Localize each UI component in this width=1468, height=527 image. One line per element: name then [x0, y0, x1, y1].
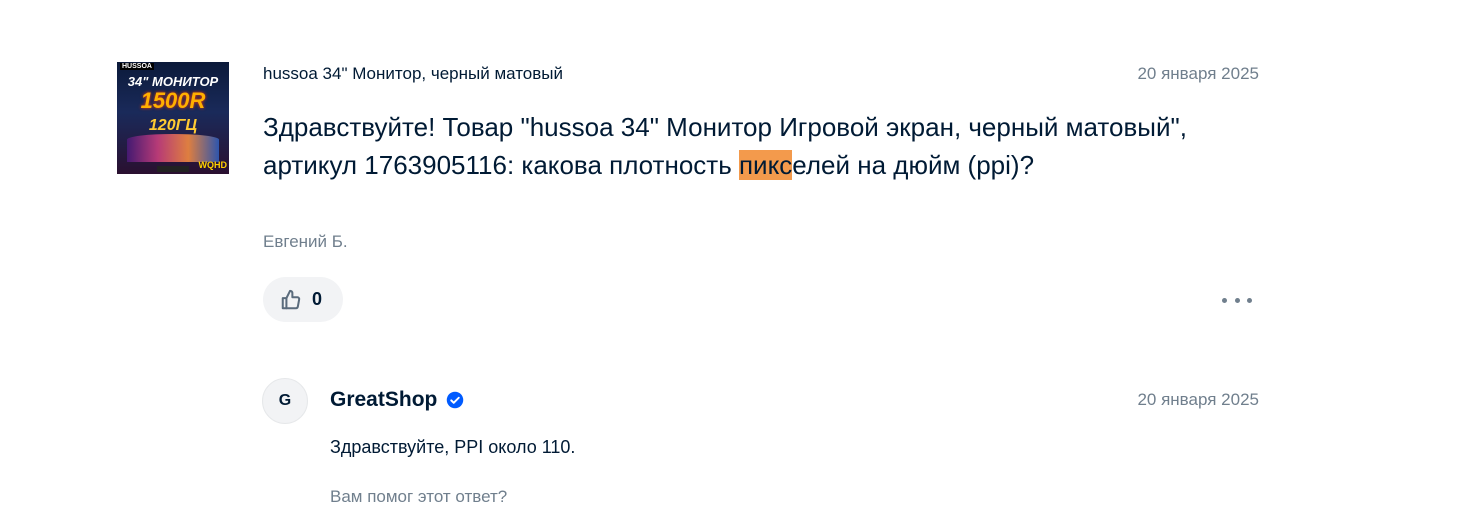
helpful-prompt: Вам помог этот ответ? [330, 487, 508, 506]
thumbs-up-icon [281, 289, 301, 309]
product-thumbnail[interactable]: HUSSOA 34" МОНИТОР 1500R 120ГЦ WQHD [117, 62, 229, 174]
answer-date: 20 января 2025 [1137, 390, 1259, 409]
question-answer-page: HUSSOA 34" МОНИТОР 1500R 120ГЦ WQHD huss… [0, 0, 1468, 527]
product-image-badge: WQHD [198, 160, 228, 170]
verified-check-icon [447, 391, 464, 409]
dot [1247, 297, 1252, 303]
dot [1222, 297, 1227, 303]
answer-text: Здравствуйте, PPI около 110. [330, 437, 576, 457]
seller-name[interactable]: GreatShop [330, 388, 464, 412]
product-image-refresh: 120ГЦ [148, 117, 198, 134]
product-image-brand: HUSSOA [120, 63, 154, 70]
question-date: 20 января 2025 [1137, 64, 1259, 83]
question-text: Здравствуйте! Товар "hussoa 34" Монитор … [263, 108, 1203, 184]
monitor-stand-graphic [157, 166, 189, 172]
like-count: 0 [312, 289, 323, 309]
seller-name-label: GreatShop [330, 388, 438, 411]
product-image-curvature: 1500R [140, 88, 206, 113]
monitor-screen-graphic [127, 134, 219, 162]
product-title-link[interactable]: hussoa 34" Монитор, черный матовый [263, 64, 563, 84]
more-dots-icon[interactable] [1222, 290, 1252, 310]
like-button[interactable]: 0 [263, 277, 343, 322]
question-text-part: Здравствуйте! Товар "hussoa 34" Монитор … [263, 112, 1187, 180]
dot [1234, 297, 1240, 303]
question-text-part: елей на дюйм (ppi)? [792, 150, 1035, 180]
product-image-title: 34" МОНИТОР [127, 74, 219, 89]
question-author: Евгений Б. [263, 232, 348, 251]
search-highlight: пикс [738, 150, 793, 180]
seller-avatar: G [262, 378, 308, 424]
